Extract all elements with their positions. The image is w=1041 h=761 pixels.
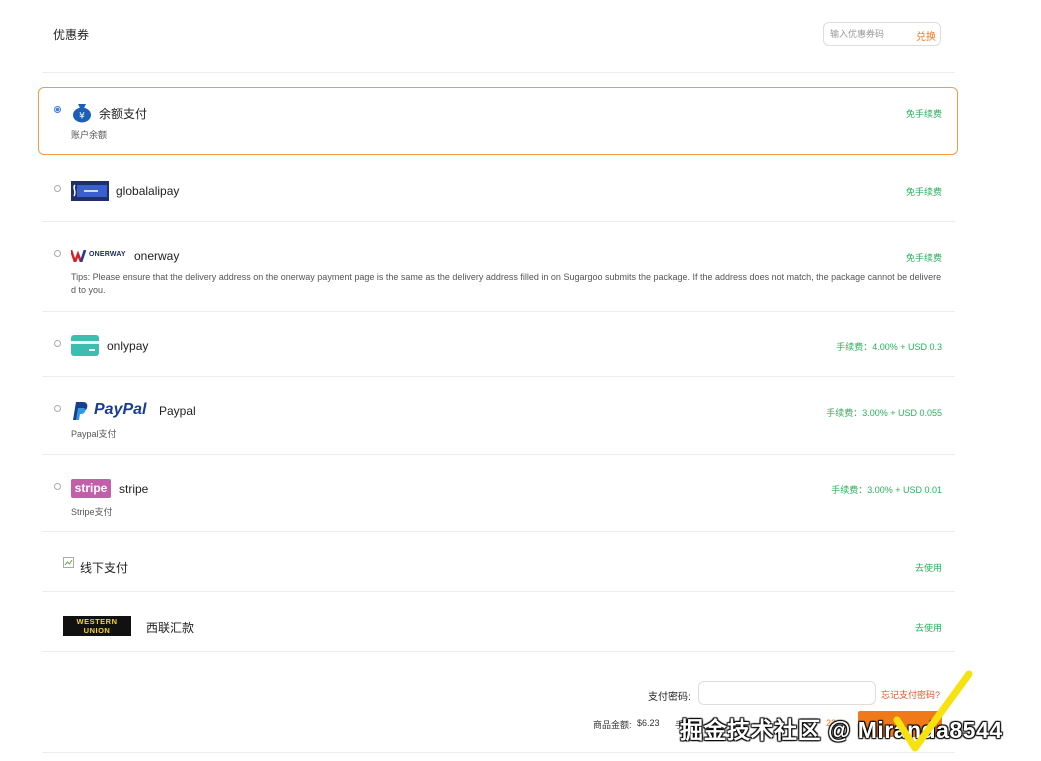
western-union-logo-line2: UNION [83, 626, 111, 635]
fee-balance: 免手续费 [905, 109, 942, 119]
divider [42, 531, 955, 532]
method-name-stripe: stripe [119, 482, 149, 496]
radio-onlypay[interactable] [54, 340, 61, 347]
radio-onerway[interactable] [54, 250, 61, 257]
paypal-icon [73, 402, 88, 420]
method-name-paypal: Paypal [159, 404, 196, 418]
divider [42, 752, 955, 753]
checkmark-annotation [893, 670, 973, 752]
divider [42, 454, 955, 455]
payment-password-input[interactable] [698, 681, 876, 705]
divider [42, 651, 955, 652]
method-sub-stripe: Stripe支付 [71, 507, 113, 517]
fee-onerway: 免手续费 [905, 253, 942, 263]
use-offline-link[interactable]: 去使用 [915, 561, 942, 574]
broken-image-icon [63, 557, 74, 568]
use-western-union-link[interactable]: 去使用 [915, 621, 942, 634]
fee-paypal: 手续费：3.00% + USD 0.055 [826, 408, 942, 418]
stripe-logo-text: stripe [74, 481, 108, 495]
coupon-title: 优惠券 [53, 28, 90, 42]
goods-total-label: 商品金额: [593, 720, 632, 730]
radio-globalalipay[interactable] [54, 185, 61, 192]
card-icon [71, 335, 99, 356]
western-union-logo: WESTERN UNION [63, 616, 131, 636]
method-name-onlypay: onlypay [107, 339, 149, 353]
money-bag-icon: ¥ [73, 104, 91, 123]
payment-password-label: 支付密码: [648, 692, 691, 703]
radio-balance[interactable] [54, 106, 61, 113]
divider [42, 221, 955, 222]
divider [42, 591, 955, 592]
method-name-balance: 余额支付 [99, 107, 148, 121]
method-name-offline: 线下支付 [80, 561, 129, 575]
method-name-onerway: onerway [134, 249, 180, 263]
radio-stripe[interactable] [54, 483, 61, 490]
divider [42, 376, 955, 377]
method-sub-balance: 账户余额 [71, 130, 108, 140]
coupon-code-input[interactable] [830, 26, 908, 42]
paypal-logo-text: PayPal [94, 401, 147, 418]
method-sub-paypal: Paypal支付 [71, 429, 117, 439]
coupon-field: 兑换 [823, 22, 941, 46]
method-name-globalalipay: globalalipay [116, 184, 180, 198]
fee-globalalipay: 免手续费 [905, 187, 942, 197]
method-name-western-union: 西联汇款 [146, 621, 195, 635]
onerway-logo-text: ONERWAY [89, 251, 126, 258]
fee-onlypay: 手续费：4.00% + USD 0.3 [836, 342, 942, 352]
divider [42, 72, 955, 73]
redeem-coupon-button[interactable]: 兑换 [916, 28, 936, 43]
western-union-logo-line1: WESTERN [76, 617, 118, 626]
onerway-logo [71, 250, 87, 262]
payment-option-balance[interactable] [38, 87, 958, 155]
goods-total-value: $6.23 [637, 718, 660, 728]
svg-text:¥: ¥ [79, 112, 85, 122]
radio-paypal[interactable] [54, 405, 61, 412]
globalalipay-logo [71, 181, 109, 201]
onerway-tips: Tips: Please ensure that the delivery ad… [71, 272, 942, 295]
divider [42, 311, 955, 312]
stripe-logo: stripe [71, 479, 111, 498]
fee-stripe: 手续费：3.00% + USD 0.01 [831, 485, 942, 495]
